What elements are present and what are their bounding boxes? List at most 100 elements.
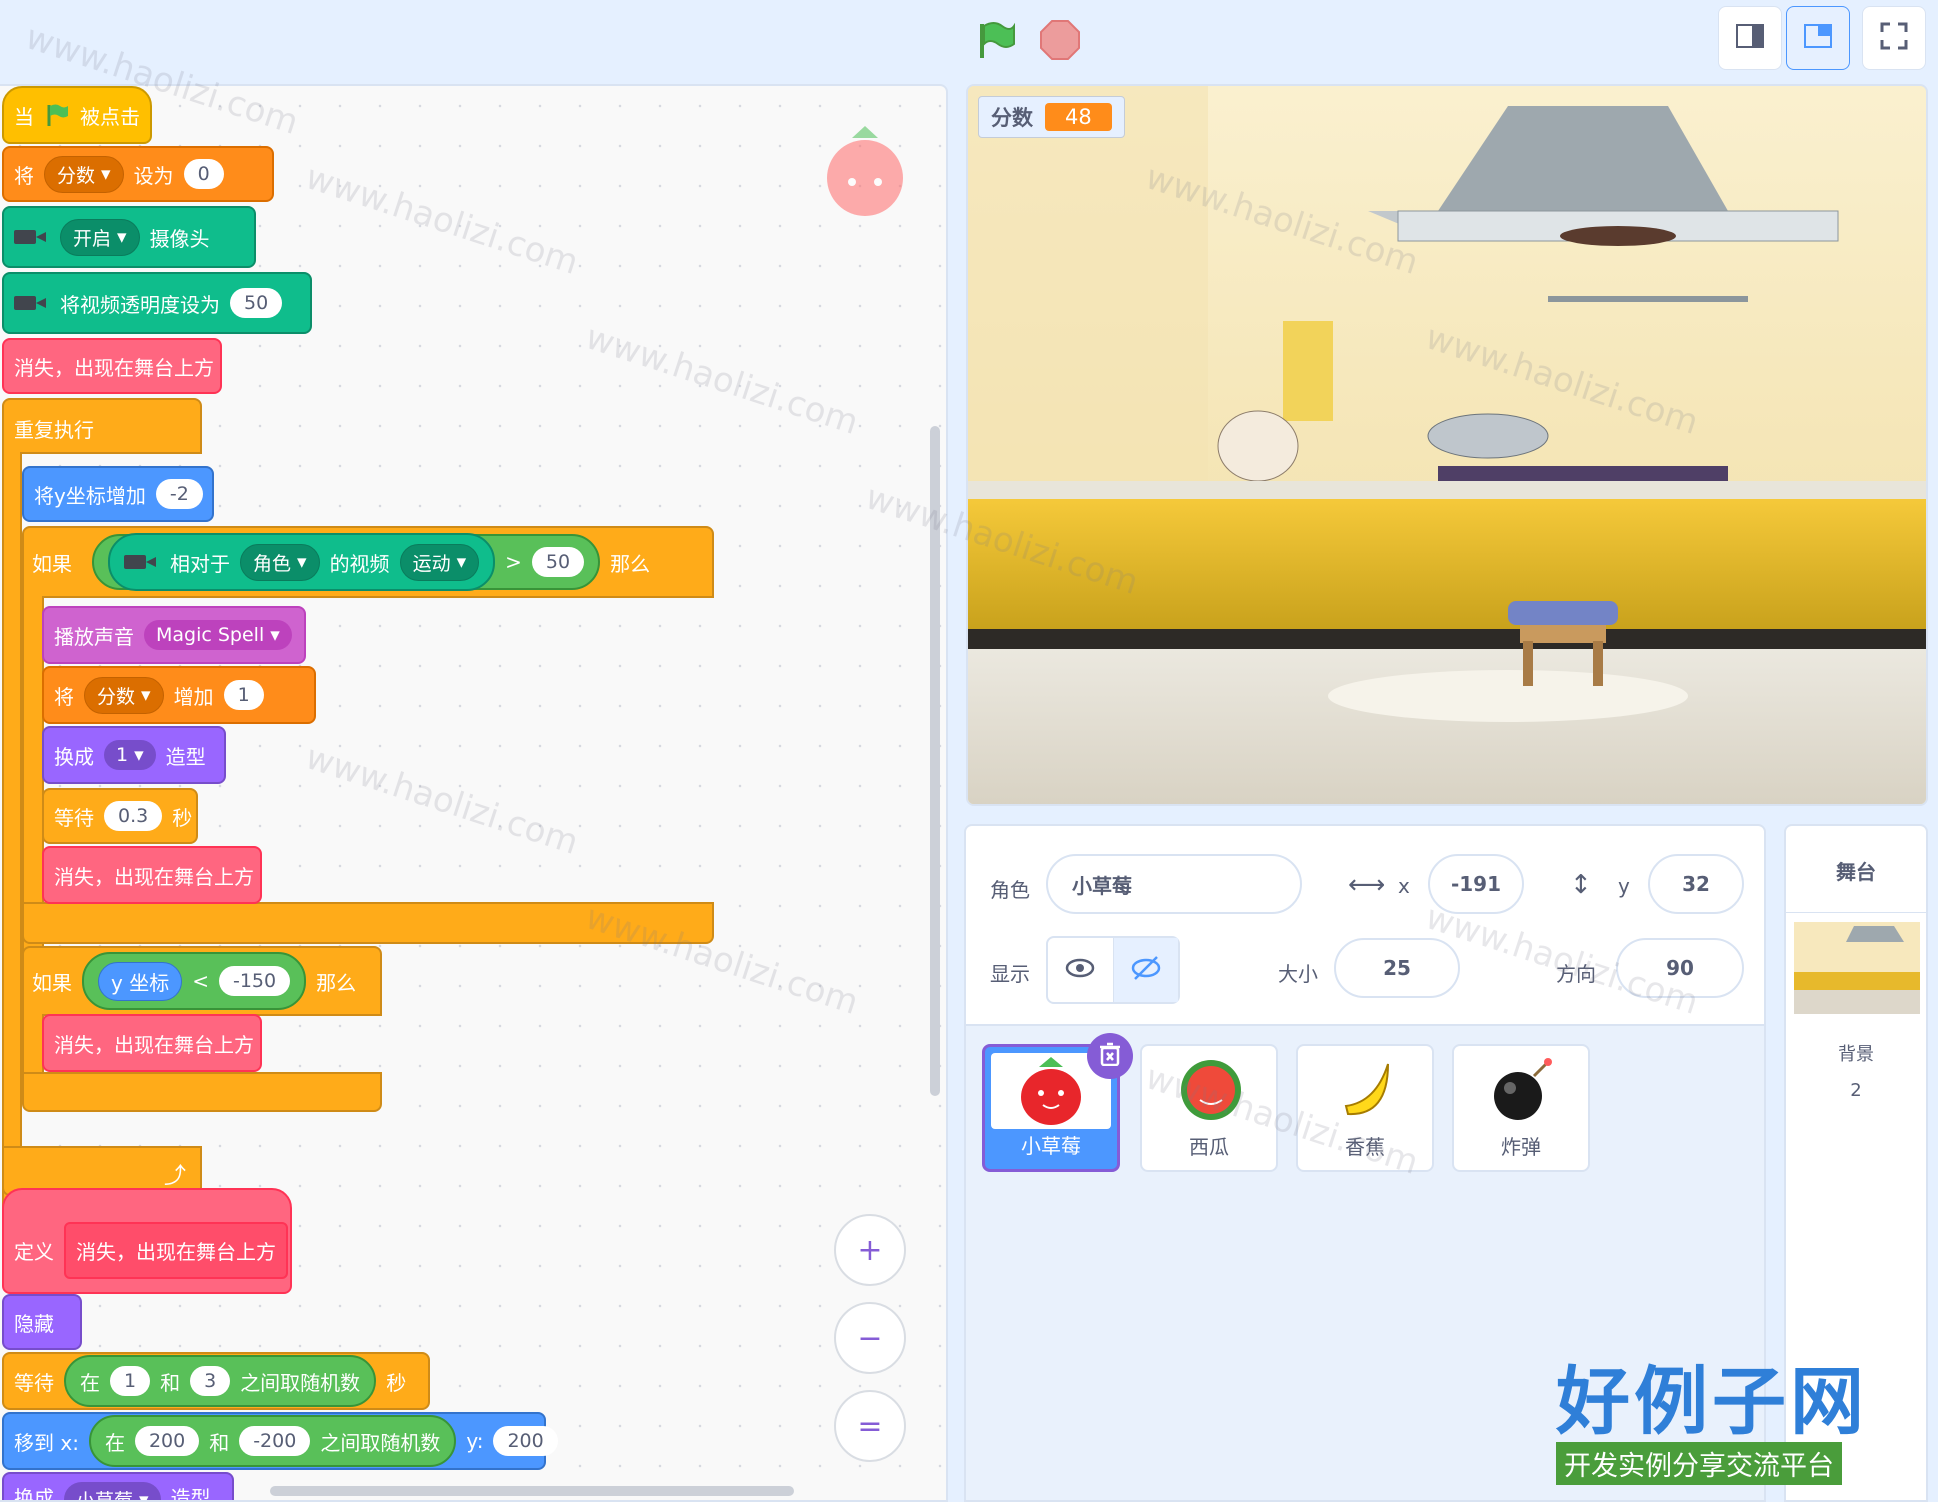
greater-than-operator[interactable]: 相对于 角色 ▾ 的视频 运动 ▾ > 50 [92,533,601,591]
variable-dropdown[interactable]: 分数 ▾ [84,676,164,714]
normal-stage-button[interactable] [1786,6,1850,70]
sprite-info-panel: 角色 小草莓 ⟷ x -191 ↕ y 32 显示 大小 25 方向 90 [964,824,1766,1026]
go-to-xy-block[interactable]: 移到 x: 在 200 和 -200 之间取随机数 y: 200 [2,1412,558,1470]
wait-random-block[interactable]: 等待 在 1 和 3 之间取随机数 秒 [2,1352,430,1410]
value-input[interactable]: -200 [239,1426,311,1456]
sprite-tile-bomb[interactable]: 炸弹 [1452,1044,1590,1172]
value-input[interactable]: 1 [223,680,264,710]
sprite-thumbnail-strawberry-icon [822,122,908,222]
block-text: 之间取随机数 [240,1370,361,1395]
block-text: 将 [54,684,74,709]
value-input[interactable]: 50 [230,288,283,318]
define-procedure-block[interactable]: 定义 消失，出现在舞台上方 [2,1188,292,1294]
custom-procedure-call-block[interactable]: 消失，出现在舞台上方 [2,338,222,394]
costume-dropdown[interactable]: 1 ▾ [104,740,156,770]
turn-video-block[interactable]: 开启 ▾ 摄像头 [2,206,256,268]
zoom-out-button[interactable]: − [834,1302,906,1374]
procedure-prototype[interactable]: 消失，出现在舞台上方 [64,1221,288,1279]
block-text: 设为 [133,163,174,188]
block-text: 消失，出现在舞台上方 [54,864,254,889]
custom-procedure-call-block[interactable]: 消失，出现在舞台上方 [42,1014,262,1072]
random-operator[interactable]: 在 1 和 3 之间取随机数 [64,1355,377,1407]
value-input[interactable]: 200 [134,1426,200,1456]
y-input[interactable]: 32 [1648,854,1744,914]
change-variable-block[interactable]: 将 分数 ▾ 增加 1 [42,666,316,724]
block-text: 和 [160,1370,181,1395]
code-area[interactable]: 当 被点击 将 分数 ▾ 设为 0 开启 ▾ 摄像头 将视频透明度设为 50 消失，… [0,84,948,1502]
backdrop-thumbnail[interactable] [1794,922,1920,1014]
custom-procedure-call-block[interactable]: 消失，出现在舞台上方 [42,846,262,904]
change-y-block[interactable]: 将y坐标增加 -2 [22,466,214,522]
chevron-down-icon: ▾ [139,1488,149,1502]
switch-costume-block[interactable]: 换成 小草莓 ▾ 造型 [2,1472,234,1502]
repeat-arrow-icon: ⤴ [163,1164,186,1189]
top-bar [0,0,1938,84]
block-text: 在 [80,1370,100,1395]
video-state-dropdown[interactable]: 开启 ▾ [60,218,140,256]
block-text: 在 [104,1430,125,1455]
sprite-name-input[interactable]: 小草莓 [1046,854,1302,914]
sound-dropdown[interactable]: Magic Spell ▾ [144,620,292,650]
wait-block[interactable]: 等待 0.3 秒 [42,788,198,844]
kitchen-backdrop [968,86,1926,804]
chevron-down-icon: ▾ [270,624,280,646]
play-sound-block[interactable]: 播放声音 Magic Spell ▾ [42,606,306,664]
x-label: x [1398,874,1410,898]
horizontal-scrollbar[interactable] [270,1486,794,1496]
random-operator[interactable]: 在 200 和 -200 之间取随机数 [88,1415,457,1467]
value-input[interactable]: -150 [218,966,291,996]
block-text: 造型 [170,1486,211,1502]
logo-title: 好例子网 [1556,1359,1868,1445]
zoom-reset-button[interactable]: = [834,1390,906,1462]
watermark-logo: 好例子网 开发实例分享交流平台 [1556,1362,1896,1485]
variable-dropdown[interactable]: 分数 ▾ [44,155,124,193]
switch-costume-block[interactable]: 换成 1 ▾ 造型 [42,726,226,784]
value-input[interactable]: 1 [110,1366,151,1396]
size-input[interactable]: 25 [1334,938,1460,998]
value-input[interactable]: 0.3 [104,801,163,831]
value-input[interactable]: -2 [155,479,203,509]
x-input[interactable]: -191 [1428,854,1524,914]
sprite-name: 炸弹 [1501,1135,1541,1159]
block-text: y: [466,1429,484,1453]
sprite-tile-strawberry[interactable]: 小草莓 [982,1033,1133,1172]
set-variable-block[interactable]: 将 分数 ▾ 设为 0 [2,146,274,202]
costume-dropdown[interactable]: 小草莓 ▾ [64,1482,161,1502]
fullscreen-button[interactable] [1862,6,1926,70]
chevron-down-icon: ▾ [456,551,467,573]
hide-button[interactable] [1113,938,1178,1002]
green-flag-icon[interactable] [974,18,1018,62]
block-text: 将视频透明度设为 [60,292,220,317]
forever-block[interactable]: 重复执行 [2,398,202,454]
value-input[interactable]: 0 [183,159,224,189]
zoom-in-button[interactable]: + [834,1214,906,1286]
block-text: 将y坐标增加 [34,483,146,508]
block-text: 将 [14,163,34,188]
y-position-reporter[interactable]: y 坐标 [98,961,183,1001]
less-than-operator[interactable]: y 坐标 < -150 [82,952,307,1010]
show-button[interactable] [1048,938,1114,1002]
value-input[interactable]: 200 [493,1426,558,1456]
stop-icon[interactable] [1038,18,1082,62]
monitor-value: 48 [1045,103,1112,131]
subject-dropdown[interactable]: 角色 ▾ [240,543,320,581]
vertical-scrollbar[interactable] [930,426,940,1096]
hide-block[interactable]: 隐藏 [2,1294,82,1350]
block-text: 换成 [14,1486,54,1502]
direction-input[interactable]: 90 [1616,938,1744,998]
variable-monitor[interactable]: 分数 48 [978,96,1125,138]
sprite-tile-watermelon[interactable]: 西瓜 [1140,1044,1278,1172]
video-motion-reporter[interactable]: 相对于 角色 ▾ 的视频 运动 ▾ [108,533,496,591]
if-block-bottom [22,1072,382,1112]
delete-sprite-button[interactable] [1087,1033,1133,1079]
attribute-dropdown[interactable]: 运动 ▾ [399,543,480,581]
when-flag-clicked-block[interactable]: 当 被点击 [2,86,152,144]
y-arrows-icon: ↕ [1570,870,1592,900]
value-input[interactable]: 50 [531,547,585,577]
sprite-tile-banana[interactable]: 香蕉 [1296,1044,1434,1172]
set-video-transparency-block[interactable]: 将视频透明度设为 50 [2,272,312,334]
small-stage-button[interactable] [1718,6,1782,70]
bomb-icon [1494,1058,1552,1120]
stage[interactable]: 分数 48 [966,84,1928,806]
value-input[interactable]: 3 [190,1366,231,1396]
